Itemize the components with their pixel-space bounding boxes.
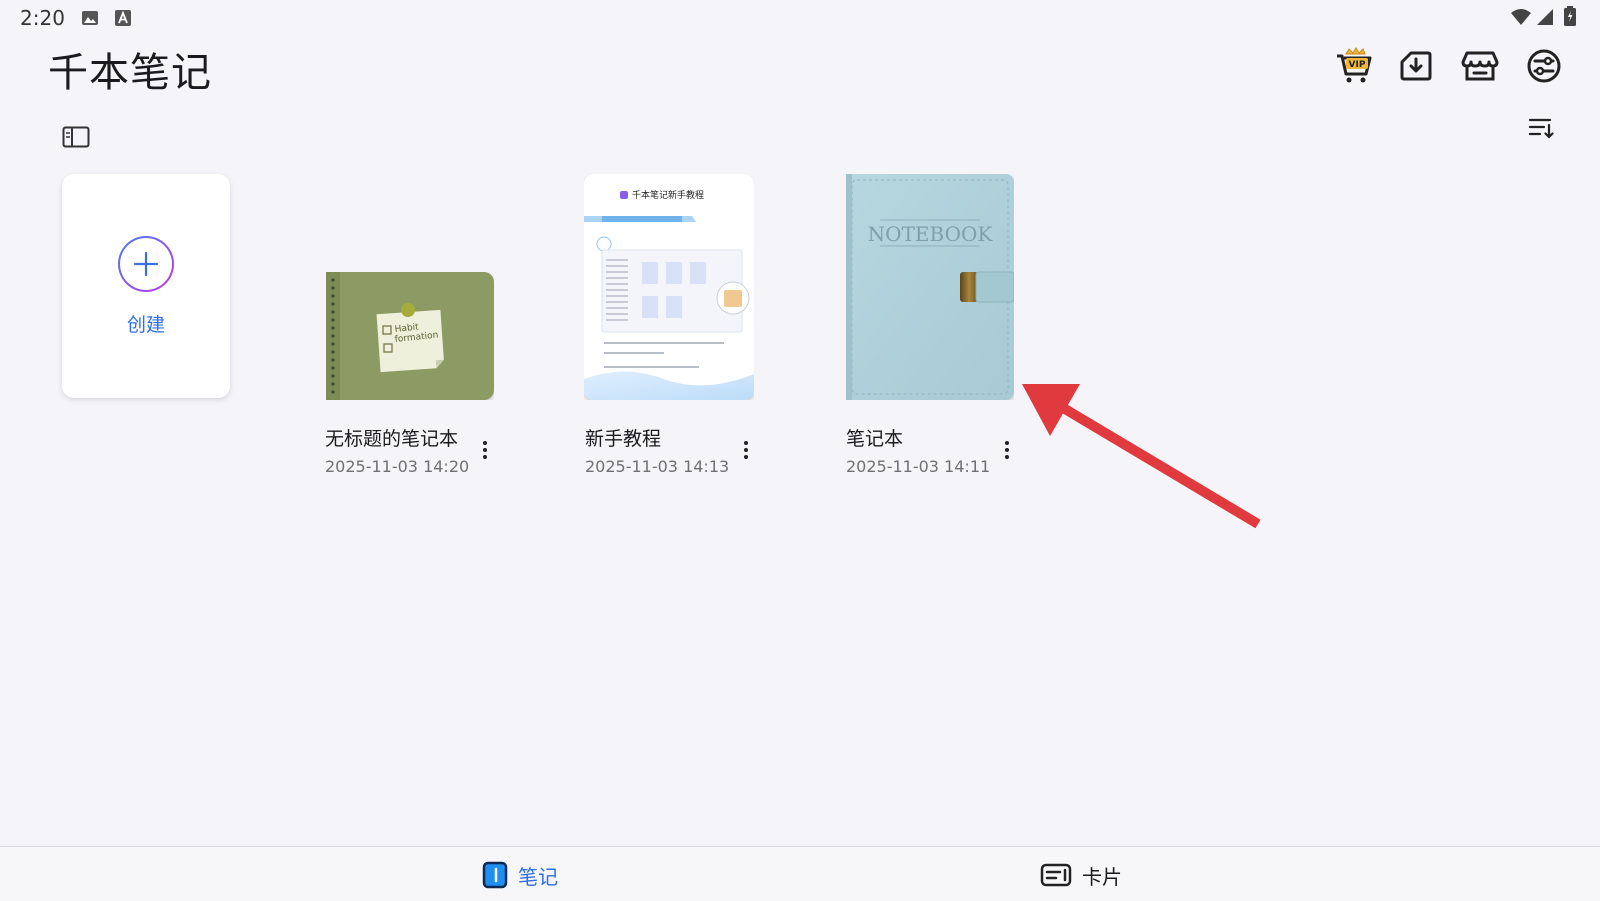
sort-icon [1528, 118, 1554, 139]
add-circle [118, 236, 174, 292]
sort-button[interactable] [1528, 116, 1554, 144]
image-notification-icon [81, 9, 99, 27]
vip-cart-button[interactable]: VIP [1332, 44, 1376, 88]
create-label: 创建 [126, 314, 165, 336]
sidebar-toggle-icon [62, 126, 90, 148]
notebook-date: 2025-11-03 14:11 [846, 457, 991, 476]
tab-cards-label: 卡片 [1082, 864, 1122, 889]
store-button[interactable] [1458, 44, 1502, 88]
notebook-cover-untitled[interactable]: Habit formation [326, 272, 494, 400]
tab-notes[interactable]: 笔记 [482, 858, 558, 892]
notebook-tab-icon [482, 861, 508, 889]
keyboard-notification-icon [114, 9, 132, 27]
tab-cards[interactable]: 卡片 [1040, 858, 1122, 892]
app-title: 千本笔记 [48, 50, 212, 96]
tab-notes-label: 笔记 [518, 864, 558, 889]
notebook-cover-label: NOTEBOOK [868, 222, 994, 246]
more-options-button[interactable] [473, 435, 497, 465]
spiral-binding [331, 278, 335, 394]
more-vertical-icon [744, 441, 748, 445]
annotation-arrow [1022, 384, 1261, 529]
more-options-button[interactable] [734, 435, 758, 465]
plus-icon [133, 251, 159, 277]
signal-icon [1536, 8, 1554, 30]
notebook-date: 2025-11-03 14:13 [585, 457, 730, 476]
battery-icon [1564, 6, 1576, 30]
settings-sliders-icon [1527, 49, 1561, 83]
tutorial-cover-title: 千本笔记新手教程 [632, 189, 704, 201]
notebook-cover-tutorial[interactable]: 千本笔记新手教程 [584, 174, 754, 400]
notebook-name: 无标题的笔记本 [325, 428, 459, 450]
notebook-date: 2025-11-03 14:20 [325, 457, 470, 476]
bottom-navigation [0, 846, 1600, 901]
status-time: 2:20 [20, 6, 65, 30]
wifi-icon [1510, 8, 1532, 30]
create-notebook-card[interactable]: 创建 [62, 174, 230, 398]
notebook-name: 笔记本 [846, 428, 904, 450]
sidebar-toggle-button[interactable] [62, 126, 90, 152]
settings-button[interactable] [1522, 44, 1566, 88]
import-button[interactable] [1394, 44, 1438, 88]
notebook-cover-notebook[interactable]: NOTEBOOK [846, 174, 1015, 400]
vip-label: VIP [1349, 60, 1366, 70]
import-icon [1400, 51, 1432, 81]
notebook-name: 新手教程 [585, 428, 662, 450]
more-vertical-icon [483, 441, 487, 445]
more-vertical-icon [1005, 441, 1009, 445]
vip-cart-icon: VIP [1337, 47, 1372, 83]
card-tab-icon [1040, 863, 1072, 887]
store-icon [1461, 51, 1499, 81]
